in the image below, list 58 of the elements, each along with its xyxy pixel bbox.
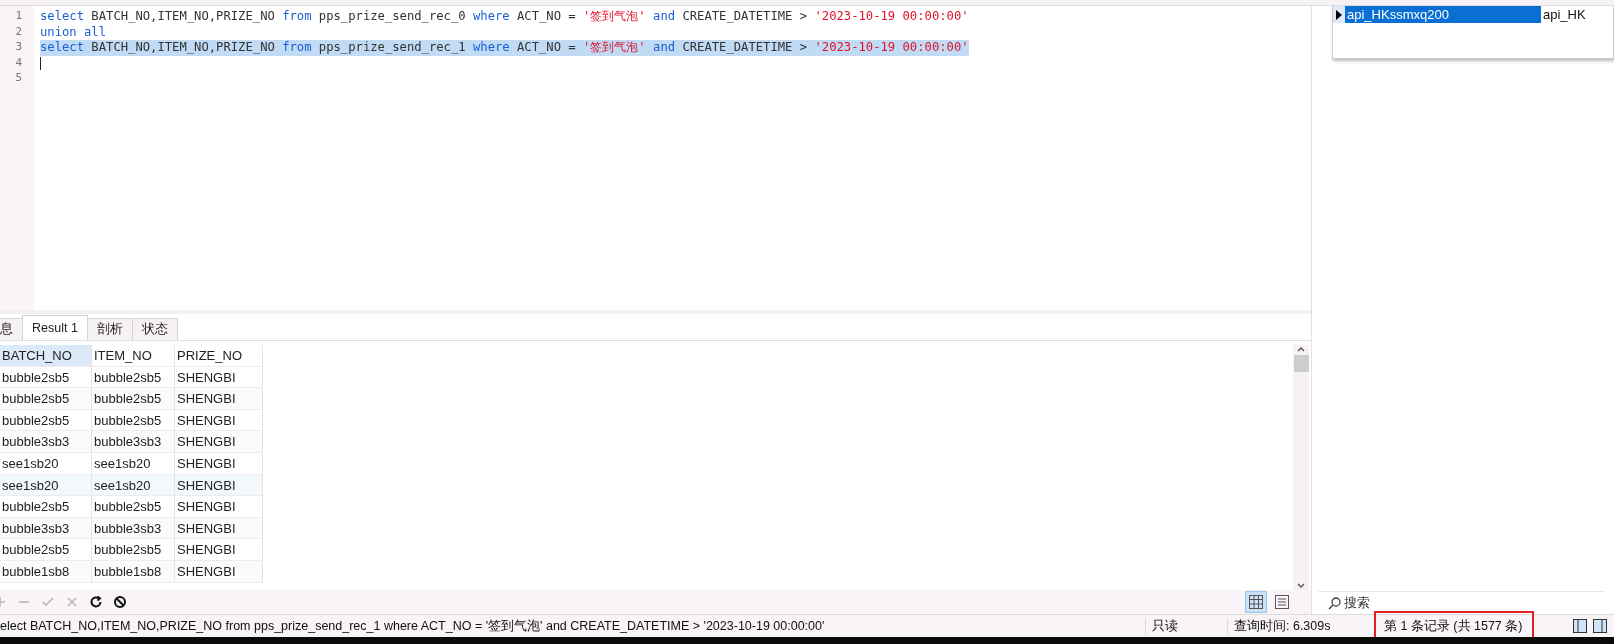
scrollbar[interactable] bbox=[1293, 345, 1309, 591]
table-cell: see1sb20 bbox=[0, 453, 92, 475]
stop-icon[interactable] bbox=[112, 594, 128, 611]
table-cell: bubble3sb3 bbox=[0, 431, 92, 453]
grid-view-button[interactable] bbox=[1245, 591, 1267, 614]
text-cursor bbox=[40, 56, 41, 70]
search-icon bbox=[1328, 596, 1341, 610]
scrollbar-thumb[interactable] bbox=[1293, 355, 1309, 373]
table-cell: see1sb20 bbox=[92, 474, 175, 497]
status-record: 第 1 条记录 (共 1577 条) bbox=[1376, 612, 1533, 640]
table-cell: bubble3sb3 bbox=[92, 517, 175, 540]
popup-cell[interactable]: api_HKssmxq200 bbox=[1345, 6, 1541, 24]
result-tab[interactable]: 状态 bbox=[131, 318, 178, 341]
panel-icon[interactable] bbox=[1592, 618, 1608, 635]
code-line: select BATCH_NO,ITEM_NO,PRIZE_NO from pps_prize_send_rec_0 where ACT_NO = '签到气泡' and CREATE_DATETIME > '2023-10-19 00:00:00' bbox=[40, 9, 969, 25]
line-number: 3 bbox=[14, 40, 23, 56]
column-header[interactable]: BATCH_NO bbox=[0, 345, 92, 367]
table-cell: bubble2sb5 bbox=[0, 496, 92, 518]
table-cell: see1sb20 bbox=[92, 453, 175, 475]
table-cell: SHENGBI bbox=[175, 539, 263, 561]
table-cell: SHENGBI bbox=[175, 366, 263, 389]
column-header[interactable]: ITEM_NO bbox=[92, 345, 175, 367]
table-cell: see1sb20 bbox=[0, 474, 92, 497]
table-cell: bubble2sb5 bbox=[92, 409, 175, 432]
column-header[interactable]: PRIZE_NO bbox=[175, 345, 263, 367]
table-cell: bubble2sb5 bbox=[92, 539, 175, 561]
panel-icon[interactable] bbox=[1572, 618, 1588, 635]
table-cell: SHENGBI bbox=[175, 409, 263, 432]
line-number: 5 bbox=[14, 71, 23, 87]
status-mode: 只读 bbox=[1145, 617, 1227, 635]
row-pointer-icon bbox=[1336, 9, 1342, 20]
status-query-time: 查询时间: 6.309s bbox=[1227, 617, 1372, 635]
result-tab[interactable]: 息 bbox=[0, 318, 23, 341]
code-line: union all bbox=[40, 24, 107, 41]
table-cell: SHENGBI bbox=[175, 474, 263, 497]
line-number: 1 bbox=[14, 9, 23, 25]
table-cell: bubble2sb5 bbox=[92, 496, 175, 518]
result-tab[interactable]: 剖析 bbox=[86, 318, 133, 341]
table-cell: bubble2sb5 bbox=[0, 539, 92, 561]
table-cell: SHENGBI bbox=[175, 560, 263, 583]
table-cell: SHENGBI bbox=[175, 431, 263, 453]
line-number: 4 bbox=[14, 55, 23, 71]
table-cell: bubble2sb5 bbox=[92, 366, 175, 389]
table-cell: bubble1sb8 bbox=[92, 560, 175, 583]
status-sql: elect BATCH_NO,ITEM_NO,PRIZE_NO from pps_prize_send_rec_1 where ACT_NO = '签到气泡' and CREATE_DATETIME > '2023-10-19 00:00:00' bbox=[0, 617, 826, 635]
table-cell: bubble3sb3 bbox=[0, 517, 92, 540]
table-cell: bubble2sb5 bbox=[0, 409, 92, 432]
table-cell: bubble2sb5 bbox=[0, 366, 92, 389]
table-cell: SHENGBI bbox=[175, 453, 263, 475]
table-cell: bubble2sb5 bbox=[0, 388, 92, 410]
table-cell: bubble2sb5 bbox=[92, 388, 175, 410]
table-cell: bubble1sb8 bbox=[0, 560, 92, 583]
table-cell: SHENGBI bbox=[175, 517, 263, 540]
table-cell: bubble3sb3 bbox=[92, 431, 175, 453]
line-number: 2 bbox=[14, 24, 23, 40]
table-cell: SHENGBI bbox=[175, 388, 263, 410]
popup-cell[interactable]: api_HK bbox=[1541, 6, 1613, 24]
table-cell: SHENGBI bbox=[175, 496, 263, 518]
